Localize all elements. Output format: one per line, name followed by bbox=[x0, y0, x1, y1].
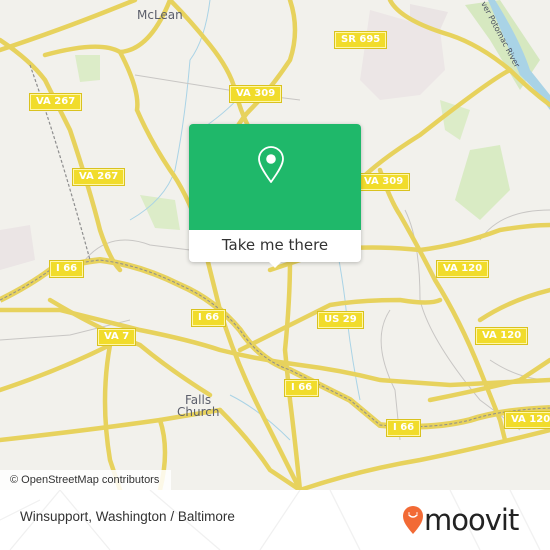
popup-pointer bbox=[267, 260, 283, 268]
road-shield-i66: I 66 bbox=[283, 379, 320, 397]
road-shield-va309: VA 309 bbox=[228, 85, 283, 103]
park-area bbox=[455, 145, 510, 220]
road-shield-i66: I 66 bbox=[190, 309, 227, 327]
road-shield-sr695: SR 695 bbox=[333, 31, 388, 49]
potomac-river bbox=[488, 0, 550, 110]
road-shield-va120: VA 120 bbox=[503, 411, 550, 429]
road-shield-va120: VA 120 bbox=[435, 260, 490, 278]
road-shield-va120: VA 120 bbox=[474, 327, 529, 345]
take-me-there-popup[interactable]: Take me there bbox=[189, 124, 361, 268]
location-title: Winsupport, Washington / Baltimore bbox=[20, 509, 235, 524]
park-area bbox=[140, 195, 180, 230]
map-pin-icon bbox=[258, 146, 284, 183]
road-shield-i66: I 66 bbox=[385, 419, 422, 437]
map-view[interactable]: McLean Falls Church ver Potomac River SR… bbox=[0, 0, 550, 490]
park-area bbox=[75, 55, 100, 82]
residential-area bbox=[0, 225, 35, 270]
moovit-pin-icon bbox=[403, 506, 423, 534]
road-shield-va7: VA 7 bbox=[96, 328, 137, 346]
road-shield-i66: I 66 bbox=[48, 260, 85, 278]
footer-bar: Winsupport, Washington / Baltimore moovi… bbox=[0, 490, 550, 550]
moovit-wordmark: moovit bbox=[424, 503, 519, 537]
popup-header bbox=[189, 124, 361, 230]
road-shield-us29: US 29 bbox=[317, 311, 364, 329]
take-me-there-button[interactable]: Take me there bbox=[189, 230, 361, 262]
place-label-mclean: McLean bbox=[137, 8, 183, 22]
road-shield-va309: VA 309 bbox=[356, 173, 411, 191]
road-shield-va267: VA 267 bbox=[71, 168, 126, 186]
road-shield-va267: VA 267 bbox=[28, 93, 83, 111]
map-attribution[interactable]: © OpenStreetMap contributors bbox=[0, 470, 172, 490]
place-label-church: Church bbox=[177, 405, 220, 419]
